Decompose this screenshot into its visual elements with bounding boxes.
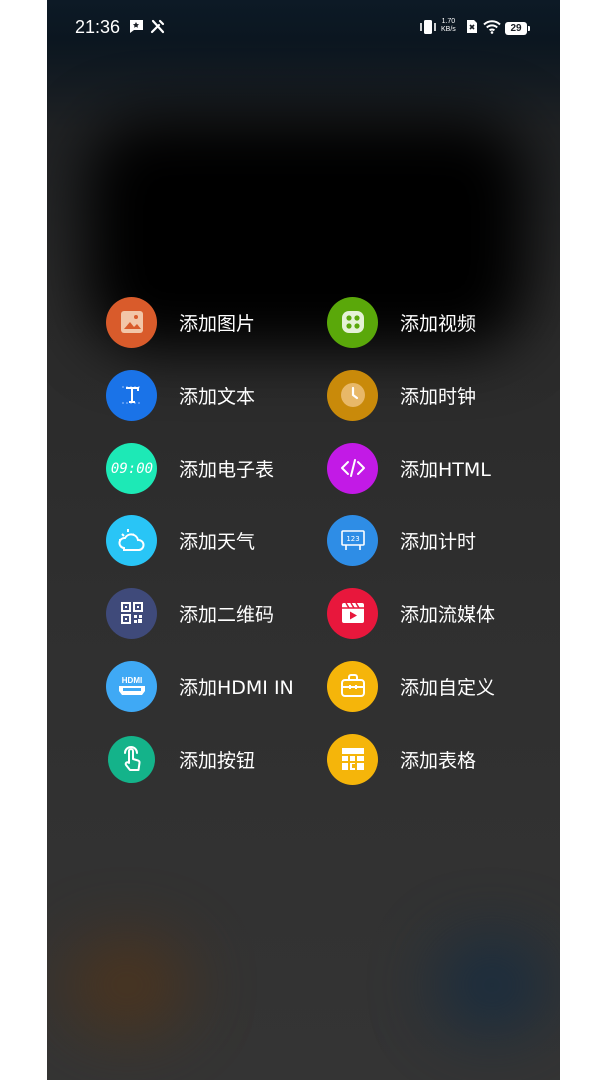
add-image-item[interactable]: 添加图片 [106,296,255,348]
add-weather-label: 添加天气 [179,530,256,553]
qr-code-icon [106,587,157,639]
add-video-label: 添加视频 [400,312,477,335]
text-icon [106,369,157,421]
add-timer-item[interactable]: 123 添加计时 [327,514,476,566]
network-speed-value: 1.70 [441,18,456,25]
weather-icon [106,514,157,566]
add-digital-clock-item[interactable]: 09:00 添加电子表 [106,442,274,494]
add-qr-code-item[interactable]: 添加二维码 [106,587,274,639]
add-table-item[interactable]: 添加表格 [327,733,476,785]
add-video-item[interactable]: 添加视频 [327,296,476,348]
add-image-label: 添加图片 [179,312,256,335]
svg-text:123: 123 [346,535,359,543]
html-code-icon [327,442,378,494]
phone-screen: 21:36 1.70 KB/s 29 添加图片 添加文本 09:00 添加电子表… [47,0,560,1080]
add-clock-label: 添加时钟 [400,385,477,408]
add-timer-label: 添加计时 [400,530,477,553]
status-time: 21:36 [75,17,121,37]
no-sim-icon [466,19,478,38]
add-html-label: 添加HTML [400,458,491,481]
add-qr-code-label: 添加二维码 [179,603,275,626]
vibrate-icon [419,19,437,39]
digital-clock-icon: 09:00 [106,442,157,494]
streaming-icon [327,587,378,639]
add-clock-item[interactable]: 添加时钟 [327,369,476,421]
network-speed-unit: KB/s [441,26,456,33]
custom-icon [327,660,378,712]
svg-text:HDMI: HDMI [121,676,141,685]
add-html-item[interactable]: 添加HTML [327,442,491,494]
add-text-label: 添加文本 [179,385,256,408]
battery-indicator: 29 [505,22,530,35]
wifi-icon [483,19,501,38]
add-button-label: 添加按钮 [179,749,256,772]
timer-icon: 123 [327,514,378,566]
add-custom-item[interactable]: 添加自定义 [327,660,495,712]
add-streaming-item[interactable]: 添加流媒体 [327,587,495,639]
add-hdmi-in-item[interactable]: HDMI 添加HDMI IN [106,660,294,712]
background-glow-left [67,940,187,1030]
add-button-item[interactable]: 添加按钮 [106,733,255,785]
add-custom-label: 添加自定义 [400,676,496,699]
add-hdmi-in-label: 添加HDMI IN [179,676,294,699]
add-streaming-label: 添加流媒体 [400,603,496,626]
svg-text:09:00: 09:00 [110,461,152,477]
add-table-label: 添加表格 [400,749,477,772]
message-icon [129,19,144,38]
video-icon [327,296,378,348]
clock-icon [327,369,378,421]
table-icon [327,733,378,785]
image-icon [106,296,157,348]
touch-button-icon [108,735,155,783]
tools-icon [150,19,165,38]
hdmi-icon: HDMI [106,660,157,712]
background-glow-right [437,940,547,1030]
network-speed: 1.70 KB/s [441,18,456,34]
add-text-item[interactable]: 添加文本 [106,369,255,421]
status-bar: 21:36 1.70 KB/s 29 [47,0,560,58]
add-digital-clock-label: 添加电子表 [179,458,275,481]
add-weather-item[interactable]: 添加天气 [106,514,255,566]
